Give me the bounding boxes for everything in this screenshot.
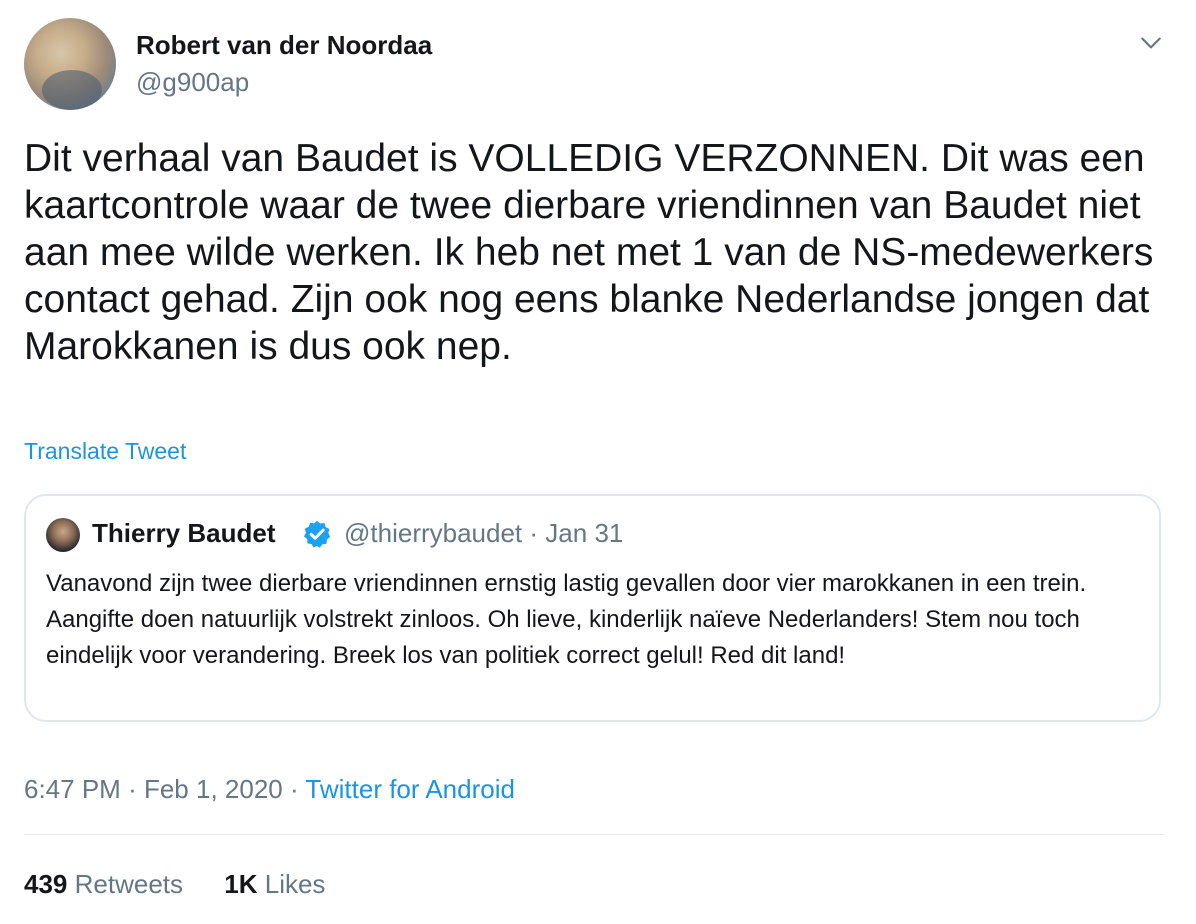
- quoted-author-name[interactable]: Thierry Baudet: [92, 518, 276, 549]
- tweet-source-link[interactable]: Twitter for Android: [305, 774, 515, 804]
- likes-label: Likes: [264, 869, 326, 899]
- retweets-label: Retweets: [74, 869, 184, 899]
- tweet-stats: 439 Retweets 1K Likes: [24, 869, 325, 900]
- quoted-handle[interactable]: @thierrybaudet: [344, 518, 522, 548]
- likes-stat[interactable]: 1K Likes: [224, 869, 325, 899]
- tweet-date[interactable]: Feb 1, 2020: [144, 774, 283, 804]
- divider: [24, 834, 1164, 835]
- likes-count: 1K: [224, 869, 258, 899]
- quoted-separator: ·: [529, 518, 539, 548]
- author-name[interactable]: Robert van der Noordaa: [136, 30, 432, 61]
- quoted-meta: @thierrybaudet · Jan 31: [344, 518, 623, 549]
- quoted-date[interactable]: Jan 31: [545, 518, 623, 548]
- author-avatar[interactable]: [24, 18, 116, 110]
- retweets-count: 439: [24, 869, 68, 899]
- verified-badge-icon: [304, 520, 331, 548]
- retweets-stat[interactable]: 439 Retweets: [24, 869, 183, 899]
- quoted-tweet-card[interactable]: Thierry Baudet @thierrybaudet · Jan 31 V…: [24, 494, 1161, 722]
- quoted-avatar[interactable]: [46, 518, 80, 552]
- author-handle[interactable]: @g900ap: [136, 67, 249, 98]
- tweet-meta: 6:47 PM · Feb 1, 2020 · Twitter for Andr…: [24, 774, 515, 805]
- tweet-text: Dit verhaal van Baudet is VOLLEDIG VERZO…: [24, 137, 1154, 368]
- tweet-time[interactable]: 6:47 PM: [24, 774, 121, 804]
- quoted-tweet-text: Vanavond zijn twee dierbare vriendinnen …: [46, 570, 1087, 669]
- meta-separator: ·: [289, 774, 299, 804]
- translate-tweet-link[interactable]: Translate Tweet: [24, 438, 186, 465]
- meta-separator: ·: [128, 774, 137, 804]
- chevron-down-icon[interactable]: [1138, 30, 1164, 56]
